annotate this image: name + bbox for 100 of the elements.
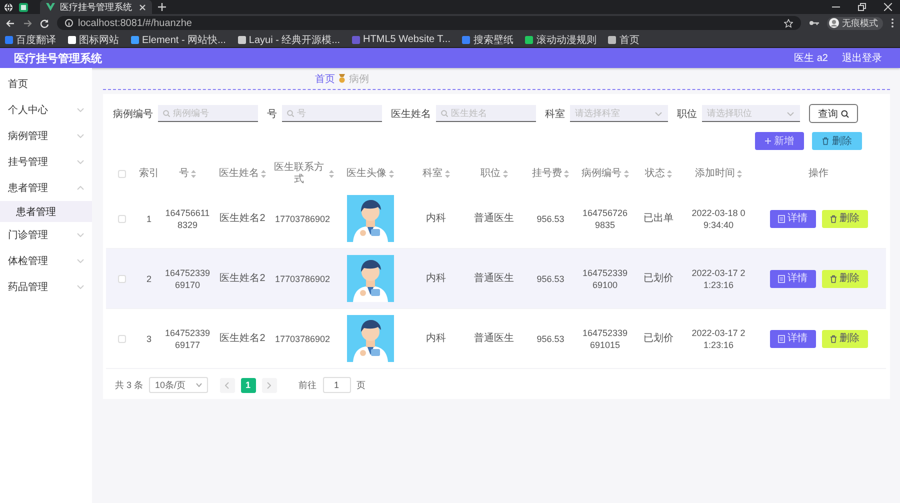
table-cell: 17703786902 bbox=[271, 249, 334, 309]
trash-icon bbox=[830, 214, 836, 222]
menu-item[interactable]: 门诊管理 bbox=[8, 228, 48, 242]
table-cell: 已划价 bbox=[631, 309, 686, 369]
close-icon[interactable] bbox=[884, 3, 892, 11]
table-cell: 已划价 bbox=[631, 249, 686, 309]
bookmark[interactable]: 首页 bbox=[608, 32, 640, 46]
delete-button[interactable]: 删除 bbox=[822, 330, 868, 348]
table-cell: 内科 bbox=[406, 249, 466, 309]
forward-icon[interactable] bbox=[23, 18, 32, 28]
sort-icon[interactable] bbox=[444, 170, 450, 178]
column-header: 病例编号 bbox=[582, 168, 622, 180]
bookmark[interactable]: 滚动动漫规则 bbox=[525, 32, 596, 46]
reload-icon[interactable] bbox=[40, 18, 49, 28]
menu-item[interactable]: 个人中心 bbox=[8, 103, 48, 117]
sort-icon[interactable] bbox=[564, 170, 569, 178]
select-field[interactable]: 请选择科室 bbox=[570, 105, 668, 122]
submenu-item[interactable]: 患者管理 bbox=[0, 201, 92, 222]
user-icon bbox=[829, 18, 839, 28]
sort-icon[interactable] bbox=[388, 170, 394, 178]
column-header: 索引 bbox=[139, 168, 159, 180]
bookmark-icon bbox=[608, 36, 616, 44]
search-button[interactable]: 查询 bbox=[809, 104, 858, 123]
next-page-button[interactable] bbox=[262, 378, 277, 392]
profile-button[interactable]: 无痕模式 bbox=[827, 16, 883, 30]
menu-item[interactable]: 药品管理 bbox=[8, 280, 48, 294]
delete-button[interactable]: 删除 bbox=[822, 210, 868, 228]
table-cell: 内科 bbox=[406, 309, 466, 369]
text-field[interactable]: 医生姓名 bbox=[436, 105, 536, 122]
total-count: 共 3 条 bbox=[115, 378, 144, 392]
new-tab-icon[interactable] bbox=[158, 3, 166, 11]
delete-button[interactable]: 删除 bbox=[812, 132, 862, 150]
previous-page-button[interactable] bbox=[220, 378, 235, 392]
detail-button[interactable]: 详情 bbox=[770, 210, 816, 228]
table-cell: 医生姓名2 bbox=[214, 309, 271, 369]
sort-icon[interactable] bbox=[191, 170, 196, 178]
app-title: 医疗挂号管理系统 bbox=[14, 52, 103, 66]
document-icon bbox=[778, 274, 784, 282]
field-label: 科室 bbox=[545, 108, 565, 120]
sort-icon[interactable] bbox=[502, 170, 508, 178]
app-tab-icon[interactable] bbox=[19, 2, 28, 12]
menu-item[interactable]: 首页 bbox=[8, 77, 28, 91]
field-label: 号 bbox=[267, 108, 277, 120]
checkbox[interactable] bbox=[118, 274, 126, 282]
menu-item[interactable]: 体检管理 bbox=[8, 254, 48, 268]
text-field[interactable]: 号 bbox=[282, 105, 382, 122]
checkbox[interactable] bbox=[118, 334, 126, 342]
bookmark-icon bbox=[238, 36, 246, 44]
plus-icon bbox=[765, 138, 771, 144]
column-header: 职位 bbox=[480, 168, 500, 180]
detail-button[interactable]: 详情 bbox=[770, 270, 816, 288]
page-size-select[interactable]: 10条/页 bbox=[149, 377, 208, 393]
info-icon bbox=[65, 19, 73, 27]
sort-icon[interactable] bbox=[624, 170, 628, 178]
checkbox[interactable] bbox=[118, 214, 126, 222]
column-header: 号 bbox=[179, 168, 189, 180]
bookmark-icon bbox=[525, 36, 534, 44]
browser-tab[interactable]: 医疗挂号管理系统 bbox=[40, 0, 152, 14]
page-input[interactable]: 1 bbox=[322, 377, 351, 393]
globe-icon[interactable] bbox=[4, 2, 13, 12]
goto-label: 前往 bbox=[298, 378, 317, 392]
sort-icon[interactable] bbox=[329, 170, 334, 178]
sort-icon[interactable] bbox=[261, 170, 266, 178]
logout-link[interactable]: 退出登录 bbox=[842, 51, 882, 65]
table-cell: 普通医生 bbox=[466, 249, 522, 309]
sort-icon[interactable] bbox=[667, 170, 672, 178]
bookmark[interactable]: Element - 网站快... bbox=[131, 32, 226, 46]
menu-item[interactable]: 病例管理 bbox=[8, 129, 48, 143]
bookmark[interactable]: Layui - 经典开源模... bbox=[238, 32, 340, 46]
medal-icon bbox=[339, 74, 345, 83]
menu-item[interactable]: 患者管理 bbox=[8, 181, 48, 195]
restore-icon[interactable] bbox=[858, 3, 866, 11]
star-icon[interactable] bbox=[784, 18, 793, 28]
table-cell: 2022-03-17 21:23:16 bbox=[686, 309, 751, 369]
menu-item[interactable]: 挂号管理 bbox=[8, 155, 48, 169]
address-bar[interactable]: localhost:8081/#/huanzhe bbox=[57, 16, 801, 30]
delete-button[interactable]: 删除 bbox=[822, 270, 868, 288]
table-cell: 普通医生 bbox=[466, 309, 522, 369]
key-icon[interactable] bbox=[809, 20, 819, 26]
bookmark[interactable]: 图标网站 bbox=[68, 32, 119, 46]
bookmark[interactable]: 搜索壁纸 bbox=[462, 32, 514, 46]
table-cell: 956.53 bbox=[522, 309, 579, 369]
detail-button[interactable]: 详情 bbox=[770, 330, 816, 348]
column-header: 科室 bbox=[422, 168, 442, 180]
breadcrumb-current: 病例 bbox=[349, 72, 369, 86]
breadcrumb-link[interactable]: 首页 bbox=[315, 72, 335, 86]
table-cell: 2022-03-17 21:23:16 bbox=[686, 249, 751, 309]
bookmark[interactable]: 百度翻译 bbox=[5, 32, 56, 46]
select-field[interactable]: 请选择职位 bbox=[702, 105, 800, 122]
menu-icon[interactable] bbox=[891, 18, 894, 28]
text-field[interactable]: 病例编号 bbox=[158, 105, 258, 122]
bookmark[interactable]: HTML5 Website T... bbox=[352, 34, 450, 45]
bookmark-icon bbox=[131, 36, 139, 44]
search-icon bbox=[163, 110, 170, 117]
checkbox[interactable] bbox=[118, 170, 126, 178]
back-icon[interactable] bbox=[6, 18, 15, 28]
close-icon[interactable] bbox=[139, 4, 146, 10]
search-icon bbox=[287, 110, 294, 117]
sort-icon[interactable] bbox=[737, 170, 742, 178]
field-label: 职位 bbox=[677, 108, 697, 120]
